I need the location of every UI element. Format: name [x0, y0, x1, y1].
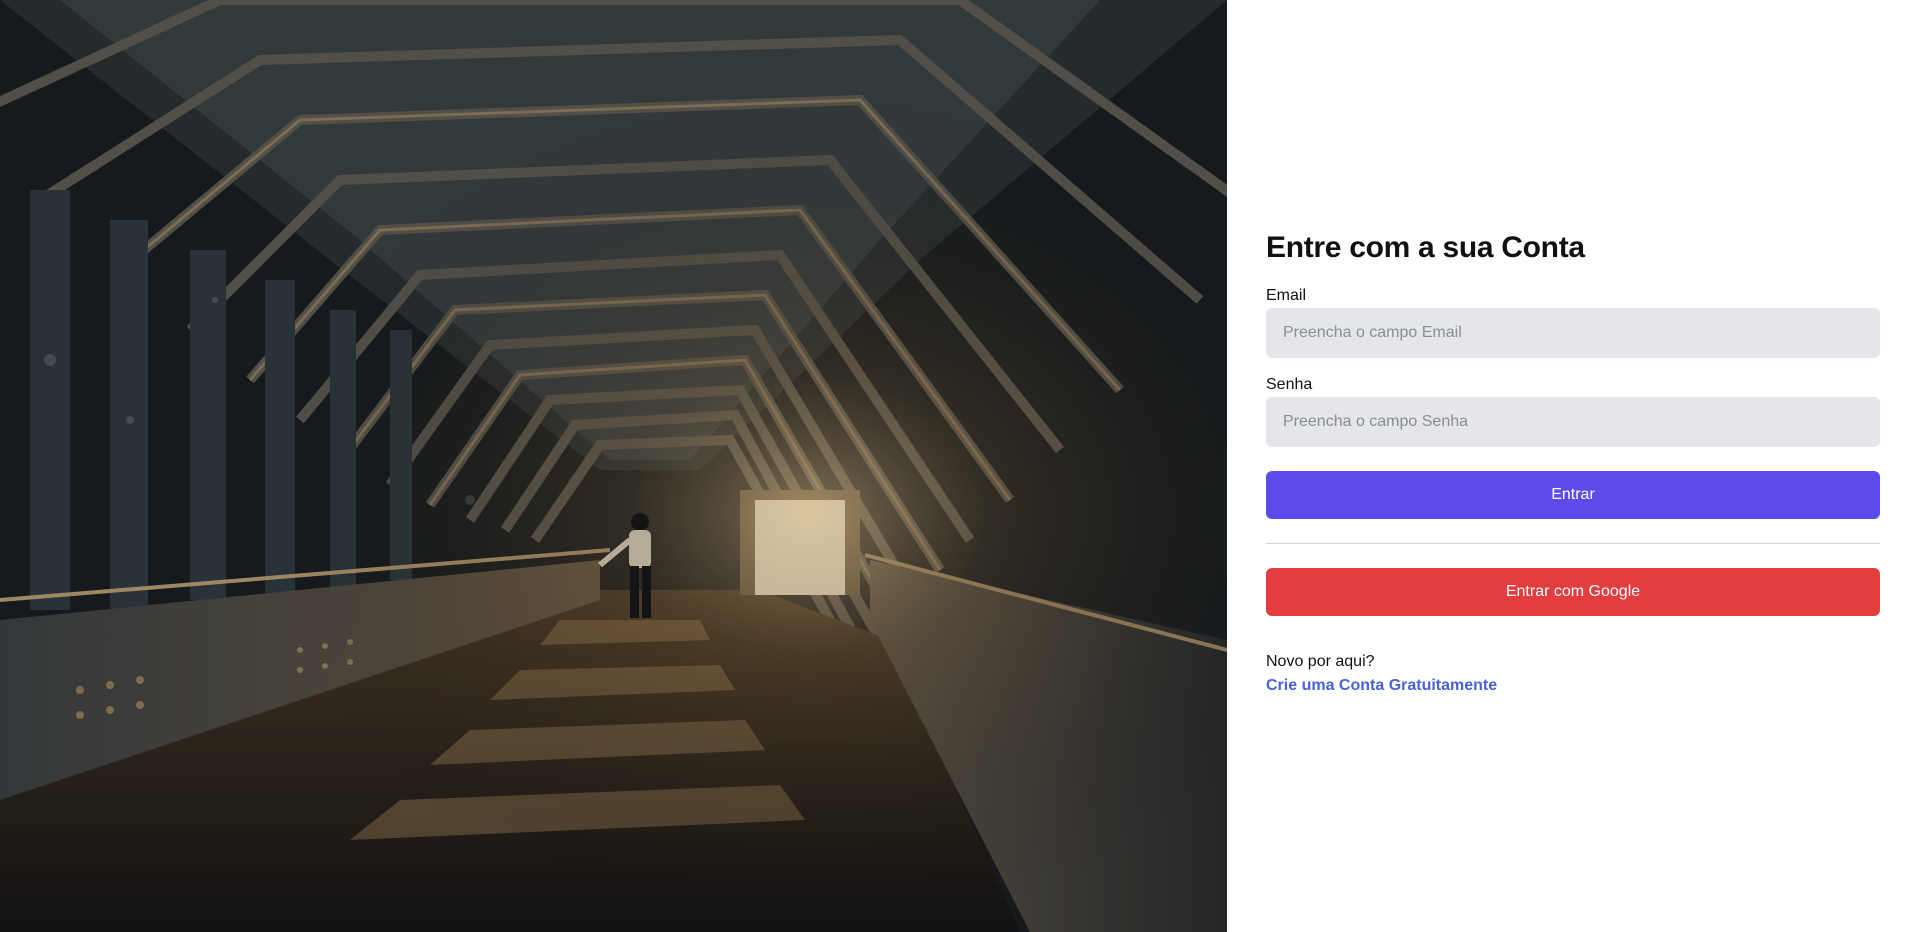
hero-image: [0, 0, 1227, 932]
login-form: Entre com a sua Conta Email Senha Entrar…: [1266, 224, 1880, 698]
login-page: Entre com a sua Conta Email Senha Entrar…: [0, 0, 1919, 932]
google-login-button[interactable]: Entrar com Google: [1266, 568, 1880, 616]
password-label: Senha: [1266, 376, 1313, 393]
signup-prompt: Novo por aqui?: [1266, 653, 1375, 670]
login-panel: Entre com a sua Conta Email Senha Entrar…: [1227, 0, 1919, 932]
page-title: Entre com a sua Conta: [1266, 231, 1585, 264]
divider: [1266, 543, 1880, 544]
walkway-illustration: [0, 0, 1227, 932]
email-label: Email: [1266, 287, 1307, 304]
signup-link[interactable]: Crie uma Conta Gratuitamente: [1266, 674, 1497, 698]
password-field[interactable]: [1266, 397, 1880, 447]
email-field[interactable]: [1266, 308, 1880, 358]
login-button[interactable]: Entrar: [1266, 471, 1880, 519]
